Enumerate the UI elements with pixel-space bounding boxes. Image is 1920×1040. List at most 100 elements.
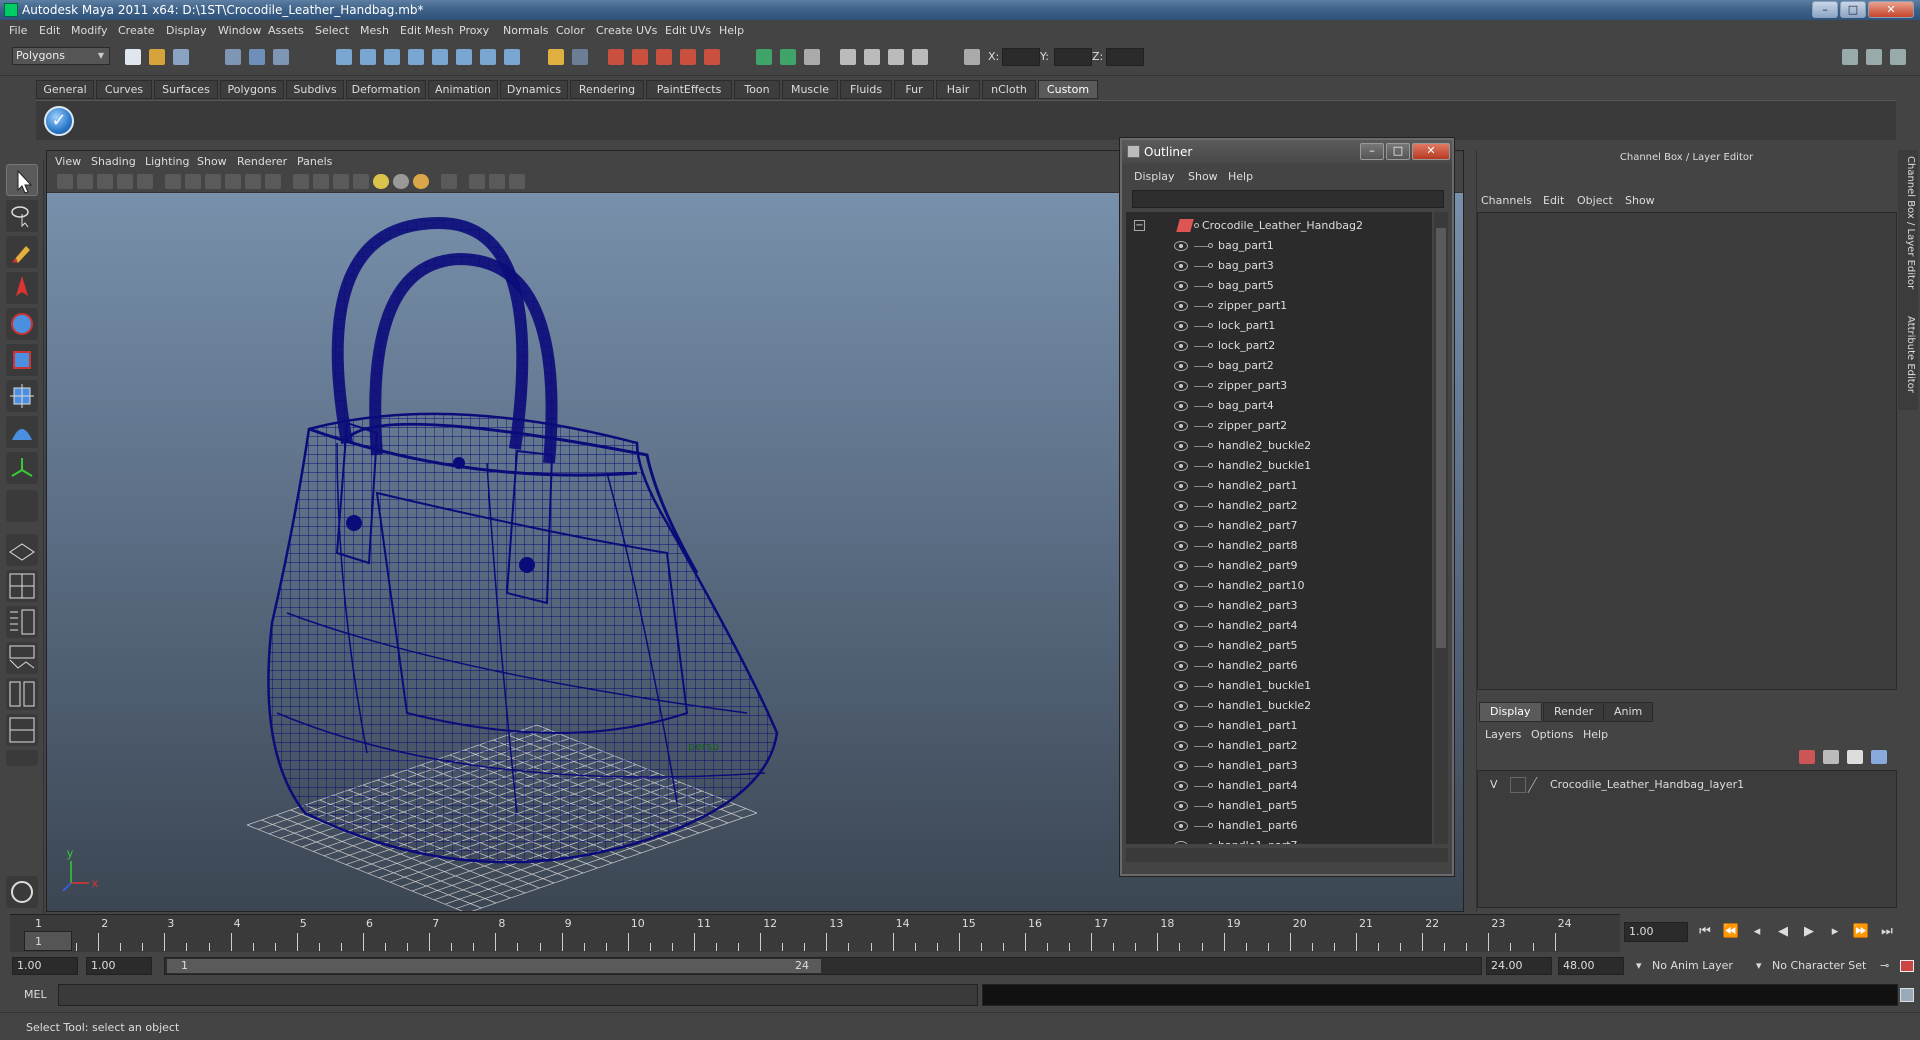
preferences-icon[interactable] — [1900, 960, 1914, 972]
menu-modify[interactable]: Modify — [71, 24, 107, 37]
resolution-gate-icon[interactable] — [185, 174, 201, 189]
auto-key-icon[interactable]: ⊸ — [1880, 957, 1889, 975]
outliner-item[interactable]: handle1_part5 — [1126, 796, 1432, 816]
time-slider[interactable]: 1 2 3 4 5 6 7 8 9 10 11 12 13 14 15 16 17 18 19 20 21 22 23 24 … — [10, 914, 1620, 952]
y-coord-input[interactable] — [1054, 48, 1092, 66]
outliner-item[interactable]: handle1_buckle2 — [1126, 696, 1432, 716]
shelf-tab-fur[interactable]: Fur — [894, 80, 934, 99]
outliner-window[interactable]: Outliner – □ ✕ Display Show Help − Croco… — [1120, 138, 1454, 876]
outliner-horizontal-scrollbar[interactable] — [1126, 848, 1448, 862]
show-attribute-editor-icon[interactable] — [840, 49, 856, 65]
animation-end-field[interactable]: 48.00 — [1558, 957, 1624, 975]
anim-layer-dropdown-icon[interactable]: ▾ — [1636, 957, 1642, 975]
outliner-item[interactable]: handle2_buckle1 — [1126, 456, 1432, 476]
outliner-item[interactable]: bag_part4 — [1126, 396, 1432, 416]
outliner-item[interactable]: handle2_part9 — [1126, 556, 1432, 576]
collapse-icon[interactable]: − — [1134, 220, 1145, 231]
shelf-tab-general[interactable]: General — [36, 80, 94, 99]
safe-action-icon[interactable] — [245, 174, 261, 189]
select-object-icon[interactable] — [249, 49, 265, 65]
shelf-tab-ncloth[interactable]: nCloth — [982, 80, 1036, 99]
outliner-item[interactable]: handle2_part3 — [1126, 596, 1432, 616]
panel-menu-shading[interactable]: Shading — [91, 155, 136, 168]
menu-proxy[interactable]: Proxy — [459, 24, 489, 37]
menu-create-uvs[interactable]: Create UVs — [596, 24, 657, 37]
side-tab-attribute-editor[interactable]: Attribute Editor — [1900, 316, 1916, 393]
ipr-render-icon[interactable] — [632, 49, 648, 65]
outliner-item[interactable]: bag_part3 — [1126, 256, 1432, 276]
lasso-tool-icon[interactable] — [6, 200, 38, 232]
move-tool-icon[interactable] — [6, 272, 38, 304]
new-layer-icon[interactable] — [1799, 750, 1815, 764]
character-set-dropdown-icon[interactable]: ▾ — [1756, 957, 1762, 975]
cb-menu-edit[interactable]: Edit — [1543, 194, 1564, 207]
bookmark-icon[interactable] — [97, 174, 113, 189]
side-tab-channel-box[interactable]: Channel Box / Layer Editor — [1900, 156, 1916, 289]
rotate-tool-icon[interactable] — [6, 308, 38, 340]
help-icon[interactable] — [504, 49, 520, 65]
absolute-transform-icon[interactable] — [964, 49, 980, 65]
make-live-icon[interactable] — [432, 49, 448, 65]
go-to-start-icon[interactable]: ⏮ — [1696, 923, 1714, 941]
wireframe-icon[interactable] — [293, 174, 309, 189]
go-to-end-icon[interactable]: ⏭ — [1878, 923, 1896, 941]
outliner-item[interactable]: handle2_part8 — [1126, 536, 1432, 556]
all-lights-icon[interactable] — [393, 174, 409, 189]
range-slider[interactable]: 1 24 — [164, 957, 1482, 975]
smooth-shade-icon[interactable] — [313, 174, 329, 189]
film-gate-icon[interactable] — [165, 174, 181, 189]
layout-graph-pane-icon[interactable] — [6, 642, 38, 674]
outliner-scroll-thumb[interactable] — [1436, 228, 1446, 648]
outliner-minimize-button[interactable]: – — [1360, 143, 1384, 160]
menu-mesh[interactable]: Mesh — [360, 24, 389, 37]
show-tool-settings-icon[interactable] — [864, 49, 880, 65]
layout-persp-outliner-icon[interactable] — [804, 49, 820, 65]
default-light-icon[interactable] — [373, 174, 389, 189]
shelf-tab-subdivs[interactable]: Subdivs — [286, 80, 344, 99]
outliner-close-button[interactable]: ✕ — [1412, 143, 1450, 160]
menu-help[interactable]: Help — [719, 24, 744, 37]
save-scene-icon[interactable] — [173, 49, 189, 65]
outliner-filter-input[interactable] — [1132, 190, 1444, 208]
new-layer-selected-icon[interactable] — [1823, 750, 1839, 764]
layout-outliner-pane-icon[interactable] — [6, 606, 38, 638]
step-back-key-icon[interactable]: ⏪ — [1722, 923, 1740, 941]
snap-point-icon[interactable] — [384, 49, 400, 65]
select-hierarchy-icon[interactable] — [225, 49, 241, 65]
quick-layout-icon[interactable] — [6, 876, 38, 908]
x-coord-input[interactable] — [1002, 48, 1040, 66]
animation-start-field[interactable]: 1.00 — [12, 957, 78, 975]
render-view-icon[interactable] — [704, 49, 720, 65]
grid-icon[interactable] — [137, 174, 153, 189]
outliner-menu-show[interactable]: Show — [1188, 170, 1218, 183]
outliner-item[interactable]: handle1_part1 — [1126, 716, 1432, 736]
outliner-item[interactable]: handle1_part3 — [1126, 756, 1432, 776]
layer-menu-layers[interactable]: Layers — [1485, 728, 1521, 741]
construction-history-icon[interactable] — [480, 49, 496, 65]
outliner-item[interactable]: lock_part1 — [1126, 316, 1432, 336]
panel-menu-lighting[interactable]: Lighting — [145, 155, 189, 168]
select-component-icon[interactable] — [273, 49, 289, 65]
outliner-item[interactable]: bag_part1 — [1126, 236, 1432, 256]
safe-title-icon[interactable] — [265, 174, 281, 189]
outliner-item[interactable]: handle2_part10 — [1126, 576, 1432, 596]
toolbox-expand-icon[interactable] — [6, 750, 38, 766]
gate-mask-icon[interactable] — [205, 174, 221, 189]
shelf-tab-hair[interactable]: Hair — [936, 80, 980, 99]
image-plane-icon[interactable] — [117, 174, 133, 189]
panel-menu-panels[interactable]: Panels — [297, 155, 332, 168]
menu-edit-uvs[interactable]: Edit UVs — [665, 24, 711, 37]
layout-single-pane-icon[interactable] — [6, 534, 38, 566]
layer-menu-options[interactable]: Options — [1531, 728, 1573, 741]
outliner-item[interactable]: zipper_part3 — [1126, 376, 1432, 396]
close-button[interactable]: ✕ — [1868, 1, 1914, 18]
outliner-menu-help[interactable]: Help — [1228, 170, 1253, 183]
toggle-channel-box-icon[interactable] — [1890, 49, 1906, 65]
scale-tool-icon[interactable] — [6, 344, 38, 376]
menu-normals[interactable]: Normals — [503, 24, 549, 37]
open-scene-icon[interactable] — [149, 49, 165, 65]
mel-input[interactable] — [58, 984, 978, 1006]
cb-menu-object[interactable]: Object — [1577, 194, 1613, 207]
shelf-tab-toon[interactable]: Toon — [734, 80, 780, 99]
render-frame-icon[interactable] — [608, 49, 624, 65]
